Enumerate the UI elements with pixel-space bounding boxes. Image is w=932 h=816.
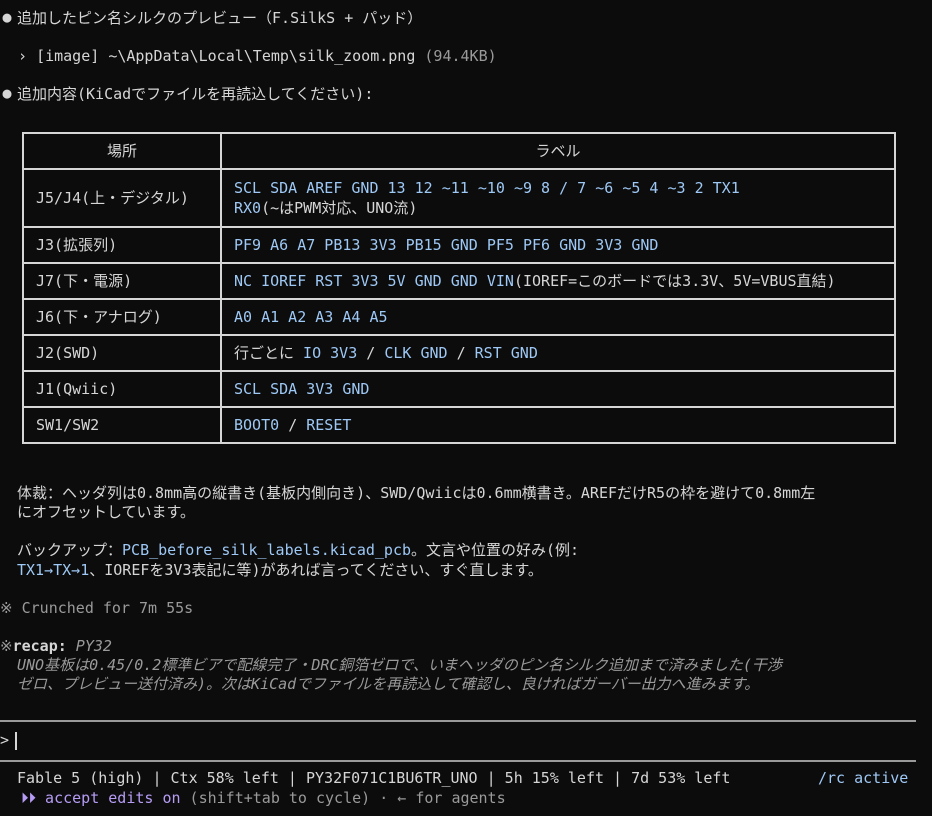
fast-forward-icon: ⏵⏵ (21, 789, 37, 807)
recap-text: ゼロ、プレビュー送付済み)。次はKiCadでファイルを再読込して確認し、良ければ… (17, 675, 760, 693)
bullet-icon: ● (2, 8, 12, 26)
table-cell-location: SW1/SW2 (22, 406, 222, 444)
backup-note: バックアップ：PCB_before_silk_labels.kicad_pcb。… (17, 541, 580, 559)
table-cell-label: PF9 A6 A7 PB13 3V3 PB15 GND PF5 PF6 GND … (220, 226, 896, 264)
table-cell-location: J3(拡張列) (22, 226, 222, 264)
table-row: J3(拡張列) PF9 A6 A7 PB13 3V3 PB15 GND PF5 … (22, 226, 896, 264)
asterisk-icon: ※ (0, 599, 13, 617)
style-note: 体裁：ヘッダ列は0.8mm高の縦書き(基板内側向き)、SWD/Qwiicは0.6… (17, 484, 816, 502)
backup-file-link[interactable]: PCB_before_silk_labels.kicad_pcb (122, 541, 411, 559)
table-header-row: 場所 ラベル (22, 132, 896, 170)
mode-hint: (shift+tab to cycle) · ← for agents (189, 789, 506, 807)
image-attachment[interactable]: › [image] ~\AppData\Local\Temp\silk_zoom… (18, 46, 497, 66)
prompt-divider (0, 760, 916, 762)
table-row: J6(下・アナログ) A0 A1 A2 A3 A4 A5 (22, 298, 896, 336)
message-text: 追加したピン名シルクのプレビュー（F.SilkS + パッド） (17, 9, 423, 27)
table-cell-label: BOOT0 / RESET (220, 406, 896, 444)
table-row: SW1/SW2 BOOT0 / RESET (22, 406, 896, 444)
prompt-symbol: > (0, 731, 10, 749)
table-cell-location: J2(SWD) (22, 334, 222, 372)
bullet-icon: ● (2, 84, 12, 102)
table-cell-location: J7(下・電源) (22, 262, 222, 300)
table-row: J1(Qwiic) SCL SDA 3V3 GND (22, 370, 896, 408)
status-line: Fable 5 (high) | Ctx 58% left | PY32F071… (17, 769, 731, 787)
table-row: J2(SWD) 行ごとに IO 3V3 / CLK GND / RST GND (22, 334, 896, 372)
crunched-status: ※ Crunched for 7m 55s (0, 599, 194, 617)
table-header: 場所 (22, 132, 222, 170)
table-cell-label: A0 A1 A2 A3 A4 A5 (220, 298, 896, 336)
table-cell-label: SCL SDA AREF GND 13 12 ~11 ~10 ~9 8 / 7 … (220, 168, 896, 228)
pin-label-table: 場所 ラベル J5/J4(上・デジタル) SCL SDA AREF GND 13… (22, 132, 896, 444)
table-row: J5/J4(上・デジタル) SCL SDA AREF GND 13 12 ~11… (22, 168, 896, 228)
image-size: (94.4KB) (424, 47, 497, 65)
prompt-input[interactable]: > (0, 730, 18, 750)
image-path: ~\AppData\Local\Temp\silk_zoom.png (108, 47, 416, 65)
table-cell-label: SCL SDA 3V3 GND (220, 370, 896, 408)
recap-header: ※recap: PY32 (0, 637, 112, 655)
table-row: J7(下・電源) NC IOREF RST 3V3 5V GND GND VIN… (22, 262, 896, 300)
backup-note: TX1→TX→1、IOREFを3V3表記に等)があれば言ってください、すぐ直しま… (17, 561, 543, 579)
table-cell-location: J1(Qwiic) (22, 370, 222, 408)
prompt-divider (0, 720, 916, 722)
recap-text: UNO基板は0.45/0.2標準ビアで配線完了・DRC銅箔ゼロで、いまヘッダのピ… (17, 656, 782, 674)
chevron-right-icon: › (18, 47, 28, 65)
table-cell-location: J5/J4(上・デジタル) (22, 168, 222, 228)
remote-control-status[interactable]: /rc active (818, 768, 908, 788)
table-cell-label: 行ごとに IO 3V3 / CLK GND / RST GND (220, 334, 896, 372)
message-text: 追加内容(KiCadでファイルを再読込してください): (17, 85, 374, 103)
mode-line[interactable]: ⏵⏵ accept edits on (shift+tab to cycle) … (21, 788, 506, 808)
asterisk-icon: ※ (0, 637, 13, 655)
table-cell-label: NC IOREF RST 3V3 5V GND GND VIN(IOREF=この… (220, 262, 896, 300)
text-cursor (15, 731, 18, 750)
image-tag: [image] (36, 47, 100, 65)
mode-label: accept edits on (45, 789, 181, 807)
style-note: にオフセットしています。 (17, 503, 196, 521)
table-header: ラベル (220, 132, 896, 170)
table-cell-location: J6(下・アナログ) (22, 298, 222, 336)
